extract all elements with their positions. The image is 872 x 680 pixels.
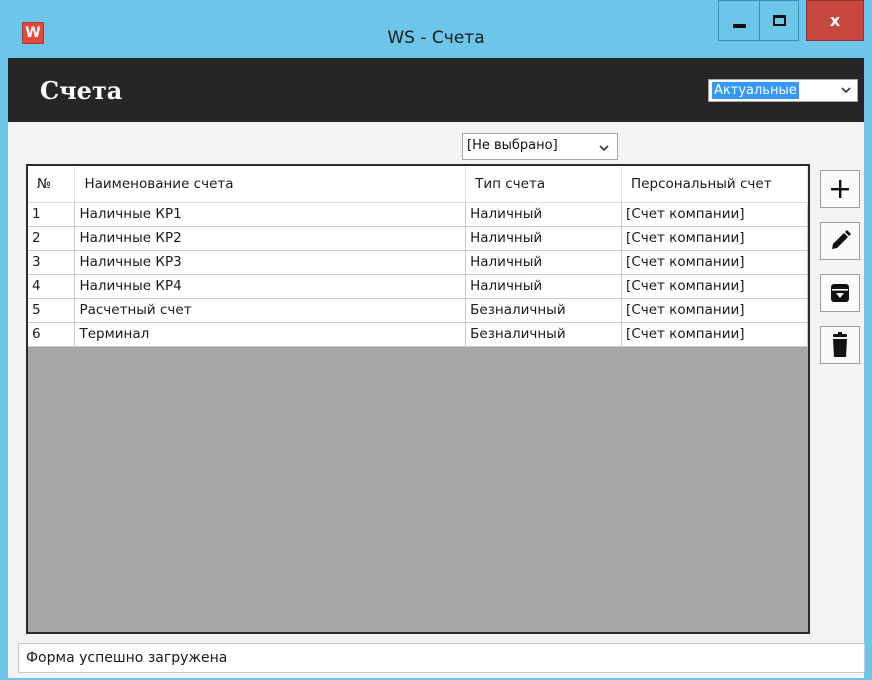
status-filter-select[interactable]: Актуальные	[708, 79, 858, 102]
cell-account-type: Наличный	[465, 274, 623, 299]
app-window: W WS - Счета x Счета Актуальные [Не выбр…	[0, 0, 872, 680]
cell-account-name: Наличные КР4	[74, 274, 467, 299]
minimize-button[interactable]	[718, 0, 759, 41]
account-type-filter-value: [Не выбрано]	[467, 138, 558, 153]
table-row[interactable]: 2 Наличные КР2 Наличный [Счет компании]	[28, 226, 808, 251]
cell-personal-account: [Счет компании]	[621, 226, 808, 251]
cell-personal-account: [Счет компании]	[621, 250, 808, 275]
cell-account-type: Безналичный	[465, 322, 623, 347]
title-bar[interactable]: W WS - Счета x	[0, 0, 872, 56]
status-filter-value: Актуальные	[712, 82, 799, 99]
table-header-row: № Наименование счета Тип счета Персональ…	[28, 166, 808, 203]
cell-account-name: Наличные КР2	[74, 226, 467, 251]
add-account-button[interactable]	[820, 170, 860, 208]
table-row[interactable]: 4 Наличные КР4 Наличный [Счет компании]	[28, 274, 808, 299]
accounts-table: № Наименование счета Тип счета Персональ…	[28, 166, 808, 347]
cell-number: 1	[28, 202, 76, 227]
minimize-icon	[732, 23, 746, 28]
cell-account-name: Терминал	[74, 322, 467, 347]
cell-personal-account: [Счет компании]	[621, 298, 808, 323]
table-row[interactable]: 3 Наличные КР3 Наличный [Счет компании]	[28, 250, 808, 275]
cell-number: 4	[28, 274, 76, 299]
close-button[interactable]: x	[806, 0, 864, 41]
status-bar: Форма успешно загружена	[18, 643, 865, 673]
close-icon: x	[829, 11, 841, 30]
cell-account-name: Расчетный счет	[74, 298, 467, 323]
page-title: Счета	[40, 76, 123, 105]
accounts-grid[interactable]: № Наименование счета Тип счета Персональ…	[26, 164, 810, 634]
plus-icon	[831, 180, 849, 198]
cell-number: 3	[28, 250, 76, 275]
cell-number: 5	[28, 298, 76, 323]
table-row[interactable]: 5 Расчетный счет Безналичный [Счет компа…	[28, 298, 808, 323]
cell-account-type: Наличный	[465, 202, 623, 227]
cell-personal-account: [Счет компании]	[621, 322, 808, 347]
table-row[interactable]: 1 Наличные КР1 Наличный [Счет компании]	[28, 202, 808, 227]
table-row[interactable]: 6 Терминал Безналичный [Счет компании]	[28, 322, 808, 347]
cell-number: 6	[28, 322, 76, 347]
maximize-button[interactable]	[759, 0, 799, 41]
cell-account-type: Наличный	[465, 250, 623, 275]
cell-personal-account: [Счет компании]	[621, 274, 808, 299]
column-header-personal-account[interactable]: Персональный счет	[621, 166, 808, 203]
pencil-icon	[832, 230, 851, 249]
edit-account-button[interactable]	[820, 222, 860, 260]
cell-number: 2	[28, 226, 76, 251]
cell-account-type: Безналичный	[465, 298, 623, 323]
cell-account-name: Наличные КР1	[74, 202, 467, 227]
column-header-account-type[interactable]: Тип счета	[465, 166, 623, 203]
cell-account-type: Наличный	[465, 226, 623, 251]
maximize-icon	[772, 15, 786, 26]
column-header-account-name[interactable]: Наименование счета	[74, 166, 467, 203]
chevron-down-icon	[599, 142, 609, 155]
account-type-filter-select[interactable]: [Не выбрано]	[462, 133, 618, 160]
column-header-number[interactable]: №	[28, 166, 76, 203]
delete-account-button[interactable]	[820, 326, 860, 364]
cell-personal-account: [Счет компании]	[621, 202, 808, 227]
archive-icon	[831, 284, 849, 302]
trash-icon	[833, 332, 847, 357]
status-text: Форма успешно загружена	[26, 650, 228, 666]
chevron-down-icon	[841, 84, 851, 97]
cell-account-name: Наличные КР3	[74, 250, 467, 275]
archive-account-button[interactable]	[820, 274, 860, 312]
page-header: Счета Актуальные	[8, 58, 864, 122]
